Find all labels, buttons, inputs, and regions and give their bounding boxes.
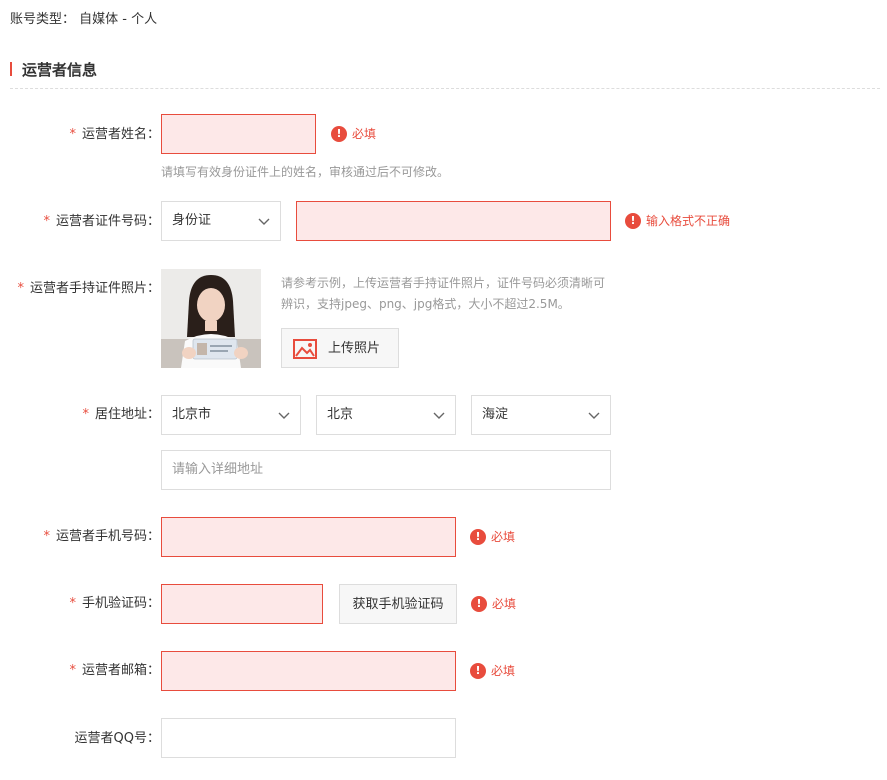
address-detail-placeholder: 请输入详细地址 bbox=[172, 462, 264, 477]
chevron-down-icon bbox=[588, 412, 600, 419]
chevron-down-icon bbox=[433, 412, 445, 419]
phone-label: * 运营者手机号码： bbox=[43, 529, 160, 544]
exclamation-circle-icon: ! bbox=[470, 529, 486, 545]
district-selected: 海淀 bbox=[482, 407, 509, 422]
district-select[interactable]: 海淀 bbox=[471, 395, 611, 435]
account-type-label: 账号类型： bbox=[10, 12, 76, 27]
get-sms-code-button[interactable]: 获取手机验证码 bbox=[339, 584, 457, 624]
id-photo-hint: 请参考示例，上传运营者手持证件照片，证件号码必须清晰可辨识，支持jpeg、png… bbox=[281, 276, 606, 311]
required-mark: * bbox=[69, 596, 76, 611]
section-accent-bar bbox=[10, 62, 12, 76]
city-select[interactable]: 北京 bbox=[316, 395, 456, 435]
section-divider bbox=[10, 88, 880, 89]
section-title: 运营者信息 bbox=[22, 61, 98, 79]
sms-code-error: ! 必填 bbox=[471, 596, 516, 612]
qq-label: 运营者QQ号： bbox=[74, 731, 160, 746]
id-number-input[interactable] bbox=[296, 201, 611, 241]
email-label: * 运营者邮箱： bbox=[69, 663, 160, 678]
upload-photo-label: 上传照片 bbox=[328, 341, 381, 356]
required-mark: * bbox=[69, 663, 76, 678]
sms-code-label: * 手机验证码： bbox=[69, 596, 160, 611]
required-mark: * bbox=[69, 127, 76, 142]
id-number-label: * 运营者证件号码： bbox=[43, 214, 160, 229]
province-select[interactable]: 北京市 bbox=[161, 395, 301, 435]
address-detail-input[interactable]: 请输入详细地址 bbox=[161, 450, 611, 490]
exclamation-circle-icon: ! bbox=[470, 663, 486, 679]
name-label: * 运营者姓名： bbox=[69, 127, 160, 142]
required-mark: * bbox=[82, 407, 89, 422]
email-error: ! 必填 bbox=[470, 663, 515, 679]
name-input[interactable] bbox=[161, 114, 316, 154]
chevron-down-icon bbox=[278, 412, 290, 419]
qq-input[interactable] bbox=[161, 718, 456, 758]
account-type: 账号类型： 自媒体 - 个人 bbox=[10, 8, 157, 27]
id-photo-label: * 运营者手持证件照片： bbox=[17, 281, 160, 296]
exclamation-circle-icon: ! bbox=[625, 213, 641, 229]
phone-error: ! 必填 bbox=[470, 529, 515, 545]
exclamation-circle-icon: ! bbox=[331, 126, 347, 142]
example-photo bbox=[161, 269, 261, 368]
id-type-select[interactable]: 身份证 bbox=[161, 201, 281, 241]
province-selected: 北京市 bbox=[172, 407, 212, 422]
id-number-error: ! 输入格式不正确 bbox=[625, 213, 730, 229]
account-type-value: 自媒体 - 个人 bbox=[79, 12, 158, 27]
address-label: * 居住地址： bbox=[82, 407, 160, 422]
sms-code-input[interactable] bbox=[161, 584, 323, 624]
required-mark: * bbox=[17, 281, 24, 296]
required-mark: * bbox=[43, 214, 50, 229]
city-selected: 北京 bbox=[327, 407, 354, 422]
name-error: ! 必填 bbox=[331, 126, 376, 142]
upload-photo-button[interactable]: 上传照片 bbox=[281, 328, 399, 368]
chevron-down-icon bbox=[258, 218, 270, 225]
id-type-selected: 身份证 bbox=[172, 213, 212, 228]
image-icon bbox=[293, 339, 317, 359]
exclamation-circle-icon: ! bbox=[471, 596, 487, 612]
required-mark: * bbox=[43, 529, 50, 544]
email-input[interactable] bbox=[161, 651, 456, 691]
name-hint: 请填写有效身份证件上的姓名，审核通过后不可修改。 bbox=[161, 165, 450, 179]
example-person-image bbox=[161, 269, 261, 368]
phone-input[interactable] bbox=[161, 517, 456, 557]
